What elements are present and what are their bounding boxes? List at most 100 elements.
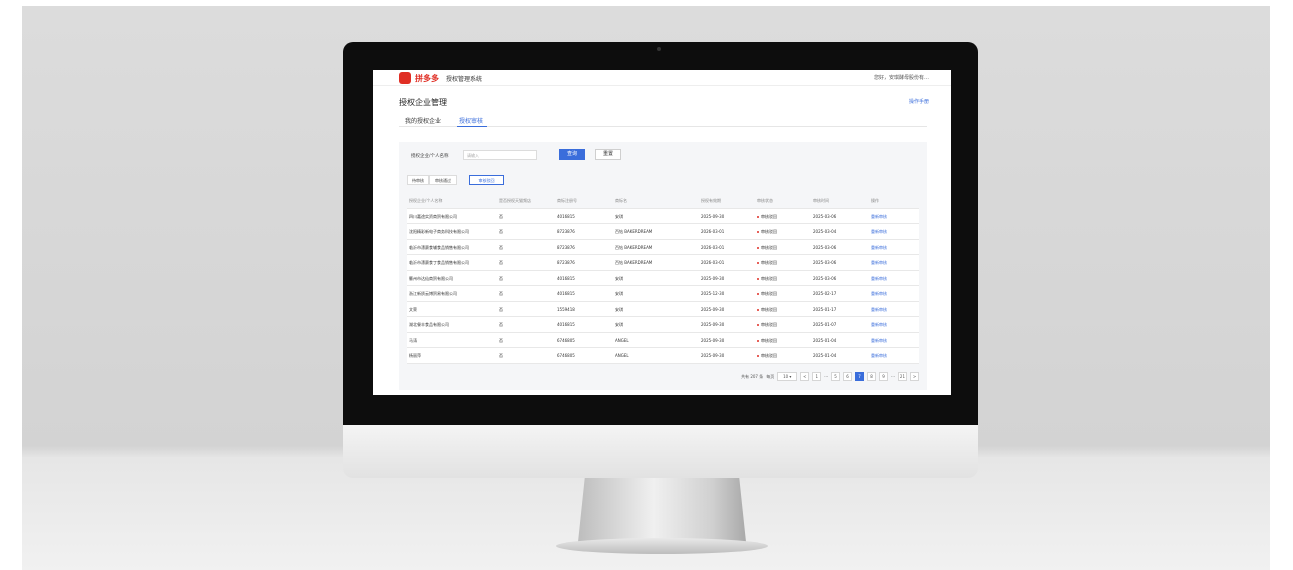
next-page-button[interactable]: > (910, 372, 919, 381)
cell-status: 审核驳回 (757, 338, 777, 344)
cell-audit-time: 2025-01-04 (813, 353, 837, 358)
prev-page-button[interactable]: < (800, 372, 810, 381)
cell-brand: ANGEL (615, 353, 629, 358)
cell-reg-no: 8723876 (557, 244, 575, 250)
cell-action[interactable]: 重新审核 (871, 214, 887, 220)
cell-reg-no: 8723876 (557, 260, 575, 265)
cell-action[interactable]: 重新审核 (871, 276, 887, 282)
cell-action[interactable]: 重新审核 (871, 353, 887, 359)
page-7-current[interactable]: 7 (855, 372, 865, 381)
name-search-input[interactable]: 请输入 (463, 150, 537, 160)
cell-status: 审核驳回 (757, 214, 777, 220)
status-dot-icon (757, 215, 759, 218)
cell-action[interactable]: 重新审核 (871, 245, 887, 251)
page-9[interactable]: 9 (879, 372, 889, 381)
cell-status: 审核驳回 (757, 245, 777, 251)
user-menu[interactable]: 您好，安琪酵母股份有… (874, 74, 929, 81)
table-row: 临沂市漂赛食辅食品销售有限公司 否 8723876 百钻 BAKERDREAM 2026… (407, 239, 919, 255)
pinduoduo-logo-icon (399, 72, 411, 84)
cell-valid: 2025-09-30 (701, 353, 725, 358)
cell-action[interactable]: 重新审核 (871, 338, 887, 344)
cell-action[interactable]: 重新审核 (871, 322, 887, 328)
table-row: 文荣 否 1559418 安琪 2025-09-30 审核驳回 2025-01-17 重新审核 (407, 301, 919, 317)
status-text: 审核驳回 (761, 353, 777, 358)
col-header-status: 审核状态 (757, 198, 773, 203)
cell-action[interactable]: 重新审核 (871, 307, 887, 313)
tab-authorization-review[interactable]: 授权审核 (459, 116, 483, 125)
cell-audit-time: 2025-02-17 (813, 291, 837, 296)
pager-ellipsis-left[interactable]: ··· (824, 374, 828, 379)
cell-reg-no: 6746805 (557, 353, 575, 358)
tab-my-authorized[interactable]: 我的授权企业 (405, 116, 441, 125)
cell-name: 杨丽萍 (409, 353, 421, 358)
col-header-reg-no: 商标注册号 (557, 198, 577, 203)
col-header-name: 授权企业/个人名称 (409, 198, 443, 203)
table-header: 授权企业/个人名称 是否授权天猫频店 商标注册号 商标名 授权有效期 审核状态 … (407, 193, 919, 209)
status-text: 审核驳回 (761, 306, 777, 312)
status-tab-approved[interactable]: 审核通过 (429, 175, 457, 185)
page-size-select[interactable]: 10 ▾ (777, 372, 798, 381)
cell-valid: 2026-03-01 (701, 244, 725, 250)
manual-link[interactable]: 操作手册 (909, 98, 929, 105)
cell-audit-time: 2025-03-06 (813, 244, 837, 250)
table-row: 马涛 否 6746805 ANGEL 2025-09-30 审核驳回 2025-01-04 重… (407, 332, 919, 348)
tab-bar: 我的授权企业 授权审核 (399, 113, 927, 127)
cell-reg-no: 4016815 (557, 322, 575, 327)
cell-audit-time: 2025-03-06 (813, 213, 837, 219)
col-header-valid: 授权有效期 (701, 198, 721, 203)
cell-action[interactable]: 重新审核 (871, 260, 887, 266)
monitor-stand-base (556, 538, 768, 554)
status-dot-icon (757, 293, 759, 295)
status-text: 审核驳回 (761, 275, 777, 281)
status-tab-pending[interactable]: 待审核 (407, 175, 429, 185)
cell-reg-no: 8723876 (557, 229, 575, 234)
active-tab-indicator (457, 126, 487, 127)
cell-brand: 安琪 (615, 213, 623, 219)
cell-tmall: 否 (499, 275, 503, 281)
pagination: 共有 207 条 每页 10 ▾ < 1 ··· 5 6 7 8 9 ··· 2… (741, 372, 919, 381)
page-8[interactable]: 8 (867, 372, 877, 381)
col-header-audit-time: 审核时间 (813, 198, 829, 203)
page-title: 授权企业管理 (399, 98, 447, 107)
cell-valid: 2025-09-30 (701, 306, 725, 312)
cell-valid: 2025-09-30 (701, 275, 725, 281)
status-text: 审核驳回 (761, 291, 777, 296)
cell-action[interactable]: 重新审核 (871, 229, 887, 235)
cell-brand: 安琪 (615, 306, 623, 312)
cell-name: 湖北餐丰食品有限公司 (409, 322, 449, 327)
cell-brand: ANGEL (615, 337, 629, 343)
cell-audit-time: 2025-03-06 (813, 275, 837, 281)
status-dot-icon (757, 231, 759, 233)
cell-status: 审核驳回 (757, 291, 777, 297)
pager-ellipsis-right[interactable]: ··· (891, 374, 895, 379)
cell-tmall: 否 (499, 306, 503, 312)
cell-name: 临沂市漂赛食辅食品销售有限公司 (409, 244, 469, 250)
status-tab-rejected[interactable]: 审核驳回 (469, 175, 504, 185)
page-5[interactable]: 5 (831, 372, 841, 381)
cell-name: 马涛 (409, 337, 417, 343)
table-row: 杨丽萍 否 6746805 ANGEL 2025-09-30 审核驳回 2025-01-04… (407, 348, 919, 364)
cell-tmall: 否 (499, 260, 503, 265)
table-row: 四川嘉途实资商贸有限公司 否 4016815 安琪 2025-09-30 审核驳回 2025… (407, 208, 919, 224)
total-count: 共有 207 条 (741, 373, 764, 379)
status-dot-icon (757, 308, 759, 311)
cell-tmall: 否 (499, 353, 503, 358)
cell-name: 文荣 (409, 306, 417, 312)
page-6[interactable]: 6 (843, 372, 853, 381)
status-dot-icon (757, 324, 759, 326)
page-1[interactable]: 1 (812, 372, 822, 381)
query-button[interactable]: 查询 (559, 149, 585, 160)
cell-audit-time: 2025-01-07 (813, 322, 837, 327)
cell-status: 审核驳回 (757, 322, 777, 328)
cell-name: 浙江新质云博贸易有限公司 (409, 291, 457, 296)
cell-audit-time: 2025-03-04 (813, 229, 837, 234)
cell-tmall: 否 (499, 213, 503, 219)
cell-valid: 2026-03-01 (701, 229, 725, 234)
reset-button[interactable]: 重置 (595, 149, 621, 160)
cell-reg-no: 6746805 (557, 337, 575, 343)
cell-tmall: 否 (499, 244, 503, 250)
cell-action[interactable]: 重新审核 (871, 291, 887, 297)
cell-reg-no: 1559418 (557, 306, 575, 312)
cell-brand: 百钻 BAKERDREAM (615, 244, 653, 250)
page-21[interactable]: 21 (897, 372, 907, 381)
